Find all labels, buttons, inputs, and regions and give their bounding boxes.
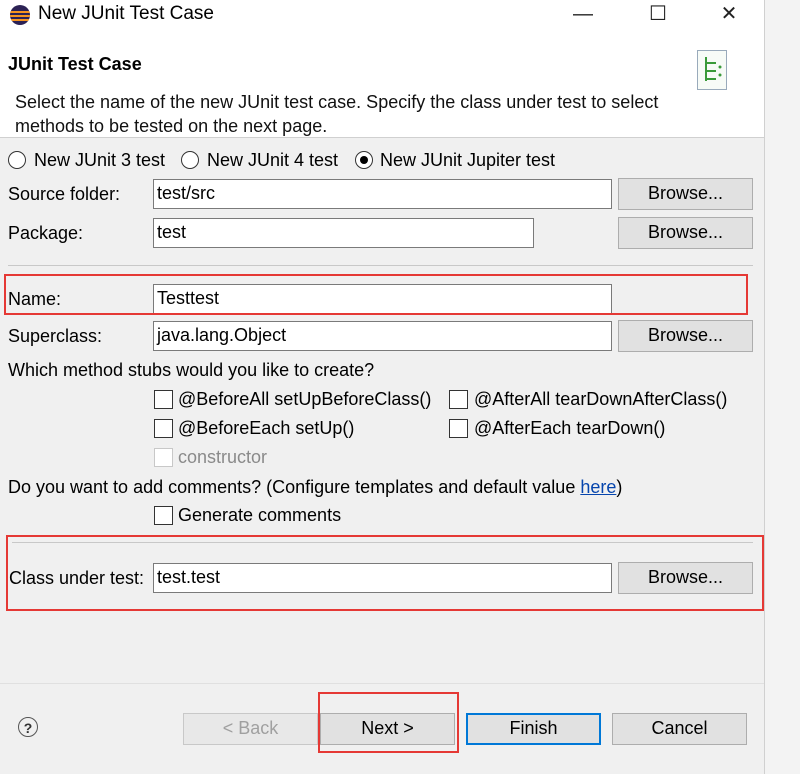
radio-junit3-label[interactable]: New JUnit 3 test [34,150,165,171]
junit-dialog: New JUnit Test Case — ☐ ✕ JUnit Test Cas… [0,0,764,774]
after-each-checkbox[interactable] [449,419,468,438]
package-input[interactable]: test [153,218,534,248]
comments-question: Do you want to add comments? (Configure … [8,477,622,498]
superclass-browse-button[interactable]: Browse... [618,320,753,352]
banner-title: JUnit Test Case [8,54,142,74]
footer-separator [0,683,764,684]
comments-question-end: ) [616,477,623,497]
minimize-icon[interactable]: — [560,0,606,30]
generate-comments-label[interactable]: Generate comments [178,505,341,526]
highlight-next [318,692,459,753]
radio-junit4[interactable] [181,151,199,169]
before-each-label[interactable]: @BeforeEach setUp() [178,418,354,439]
before-all-label[interactable]: @BeforeAll setUpBeforeClass() [178,389,431,410]
comments-question-text: Do you want to add comments? (Configure … [8,477,581,497]
help-icon[interactable]: ? [18,717,38,737]
close-icon[interactable]: ✕ [706,0,752,30]
configure-templates-link[interactable]: here [580,477,616,497]
package-browse-button[interactable]: Browse... [618,217,753,249]
wizard-banner: JUnit Test Case Select the name of the n… [0,30,764,138]
separator [8,265,753,266]
source-folder-input[interactable]: test/src [153,179,612,209]
generate-comments-checkbox[interactable] [154,506,173,525]
radio-junit4-label[interactable]: New JUnit 4 test [207,150,338,171]
radio-junit3[interactable] [8,151,26,169]
banner-description: Select the name of the new JUnit test ca… [15,92,659,136]
radio-junit-jupiter-label[interactable]: New JUnit Jupiter test [380,150,555,171]
highlight-name [4,274,748,315]
radio-junit-jupiter[interactable] [355,151,373,169]
constructor-label: constructor [178,447,268,467]
finish-button[interactable]: Finish [466,713,601,745]
cancel-button[interactable]: Cancel [612,713,747,745]
after-all-checkbox[interactable] [449,390,468,409]
package-label: Package: [8,223,84,243]
eclipse-icon [10,5,30,25]
window-title: New JUnit Test Case [38,3,214,24]
stubs-question: Which method stubs would you like to cre… [8,360,375,380]
maximize-icon[interactable]: ☐ [635,0,681,30]
source-folder-label: Source folder: [8,184,121,204]
background-window-strip [764,0,800,774]
superclass-input[interactable]: java.lang.Object [153,321,612,351]
back-button[interactable]: < Back [183,713,318,745]
before-each-checkbox[interactable] [154,419,173,438]
after-all-label[interactable]: @AfterAll tearDownAfterClass() [474,389,727,410]
source-folder-browse-button[interactable]: Browse... [618,178,753,210]
junit-wizard-icon [697,50,727,90]
superclass-label: Superclass: [8,326,103,346]
highlight-class-under-test [6,535,764,611]
title-bar: New JUnit Test Case — ☐ ✕ [0,0,764,30]
after-each-label[interactable]: @AfterEach tearDown() [474,418,665,439]
constructor-checkbox[interactable] [154,448,173,467]
before-all-checkbox[interactable] [154,390,173,409]
